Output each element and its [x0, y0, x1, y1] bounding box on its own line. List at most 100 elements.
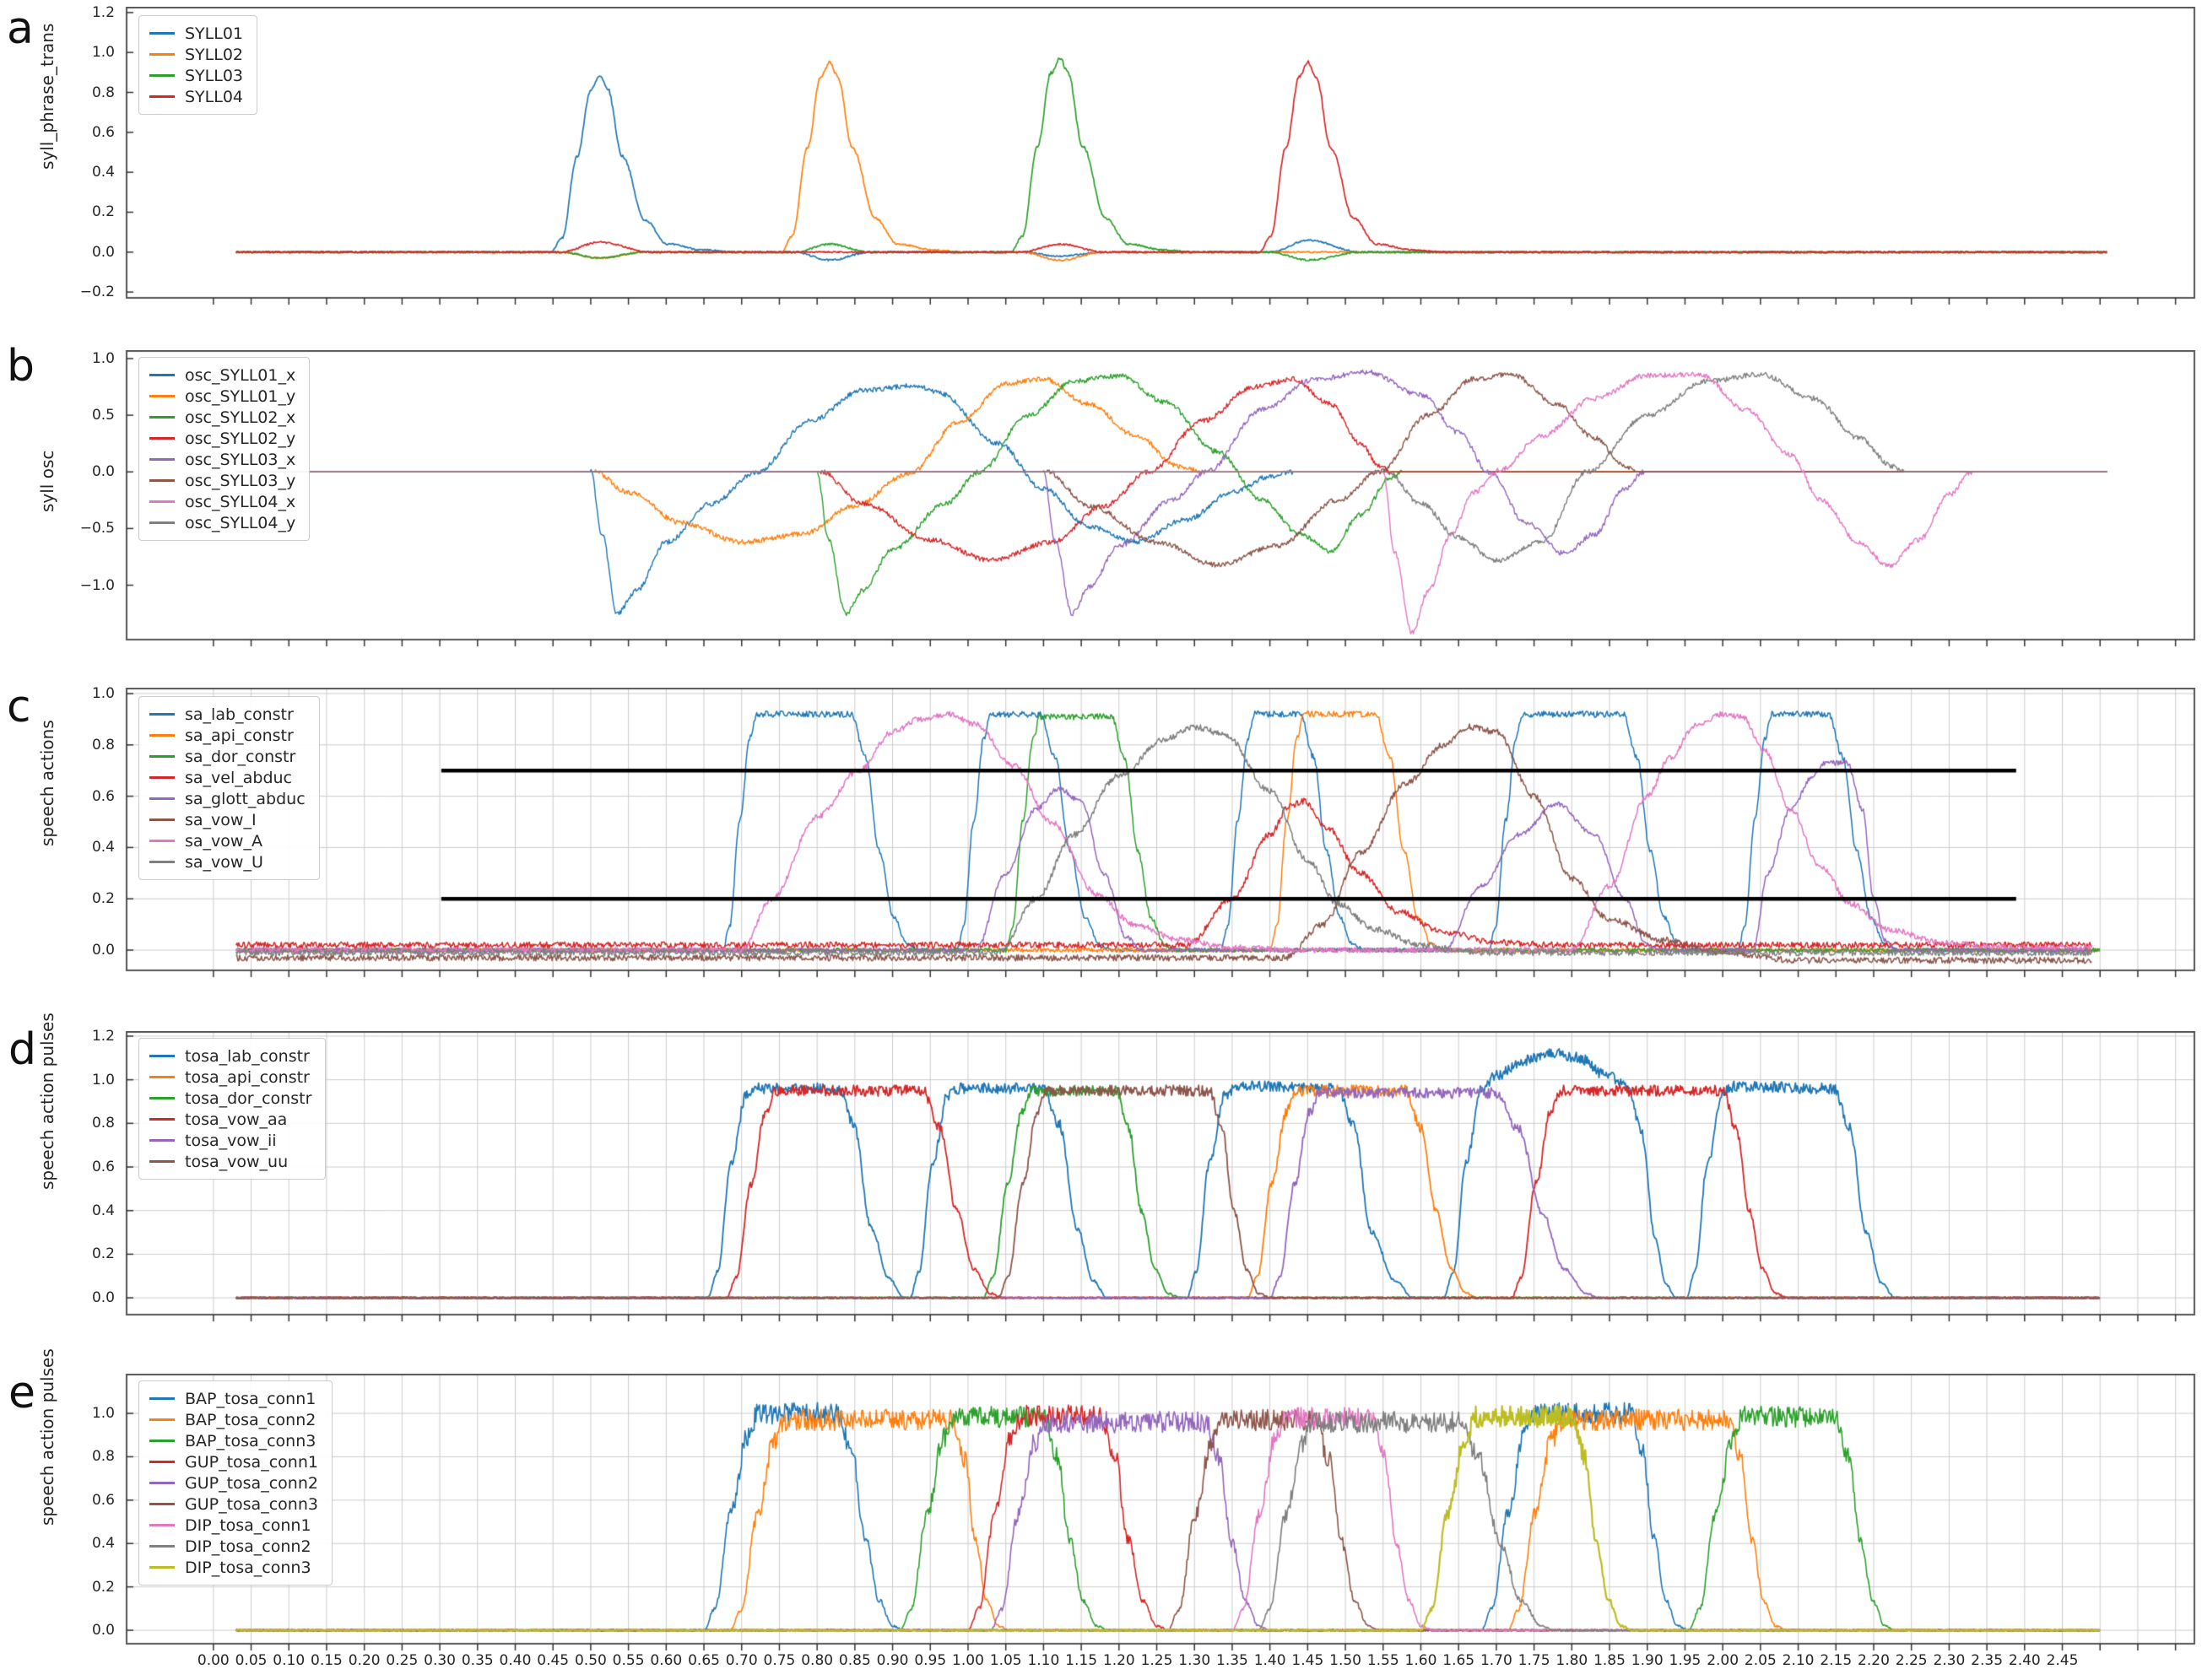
legend-label: SYLL03: [185, 67, 243, 85]
legend-swatch-line: [149, 776, 175, 779]
y-tick-label: 0.4: [56, 1202, 115, 1219]
legend-item: tosa_dor_constr: [149, 1088, 311, 1109]
legend-swatch-line: [149, 840, 175, 842]
y-tick-label: −0.2: [56, 284, 115, 300]
legend-item: SYLL04: [149, 86, 243, 107]
y-tick-label: 0.0: [56, 942, 115, 959]
y-tick-label: 1.0: [56, 1405, 115, 1422]
legend-label: DIP_tosa_conn3: [185, 1558, 311, 1577]
legend-swatch-line: [149, 374, 175, 376]
y-tick-label: 0.2: [56, 1245, 115, 1262]
y-tick-label: 0.0: [56, 463, 115, 480]
legend-swatch-line: [149, 755, 175, 758]
legend-label: tosa_vow_ii: [185, 1132, 277, 1150]
legend-label: osc_SYLL01_x: [185, 366, 295, 385]
legend-item: DIP_tosa_conn3: [149, 1557, 318, 1578]
legend-item: osc_SYLL04_x: [149, 491, 295, 512]
legend-b: osc_SYLL01_xosc_SYLL01_yosc_SYLL02_xosc_…: [138, 357, 310, 541]
legend-label: tosa_vow_aa: [185, 1110, 287, 1129]
legend-label: tosa_api_constr: [185, 1068, 310, 1087]
legend-swatch-line: [149, 458, 175, 461]
y-tick-label: 0.8: [56, 84, 115, 101]
y-tick-label: 1.0: [56, 350, 115, 367]
y-tick-label: −0.5: [56, 520, 115, 537]
panel-letter-b: b: [7, 344, 35, 388]
legend-item: DIP_tosa_conn2: [149, 1536, 318, 1557]
legend-swatch-line: [149, 1139, 175, 1142]
legend-label: tosa_dor_constr: [185, 1089, 311, 1108]
legend-swatch-line: [149, 1418, 175, 1421]
legend-item: SYLL03: [149, 65, 243, 86]
y-axis-label-e: speech action pulses: [37, 1492, 57, 1526]
legend-item: sa_vow_U: [149, 851, 306, 872]
x-tick-label: 2.45: [2037, 1652, 2088, 1669]
legend-swatch-line: [149, 1566, 175, 1569]
legend-label: osc_SYLL04_x: [185, 493, 295, 511]
legend-label: GUP_tosa_conn3: [185, 1495, 318, 1514]
legend-label: tosa_lab_constr: [185, 1047, 310, 1066]
legend-item: BAP_tosa_conn2: [149, 1409, 318, 1430]
legend-swatch-line: [149, 1461, 175, 1463]
y-tick-label: 1.0: [56, 44, 115, 61]
legend-swatch-line: [149, 1545, 175, 1548]
legend-swatch-line: [149, 1118, 175, 1121]
legend-label: sa_vow_U: [185, 853, 263, 872]
legend-d: tosa_lab_constr tosa_api_constr tosa_dor_c…: [138, 1038, 326, 1180]
y-axis-label-a: syll_phrase_trans: [37, 136, 57, 170]
legend-label: GUP_tosa_conn1: [185, 1453, 318, 1472]
legend-label: SYLL04: [185, 88, 243, 106]
legend-swatch-line: [149, 479, 175, 482]
y-tick-label: 0.2: [56, 890, 115, 907]
legend-swatch-line: [149, 1397, 175, 1400]
y-tick-label: 0.0: [56, 1289, 115, 1306]
legend-label: BAP_tosa_conn2: [185, 1411, 316, 1429]
panel-letter-e: e: [8, 1371, 35, 1415]
legend-label: tosa_vow_uu: [185, 1153, 288, 1171]
legend-item: tosa_vow_ii: [149, 1130, 311, 1151]
legend-label: osc_SYLL02_y: [185, 429, 295, 448]
legend-label: sa_vel_abduc: [185, 769, 292, 787]
panel-e-plot-canvas: [118, 1374, 2196, 1654]
y-tick-label: 0.0: [56, 244, 115, 261]
legend-label: sa_api_constr: [185, 727, 294, 745]
legend-swatch-line: [149, 1503, 175, 1505]
panel-a-plot-canvas: [118, 7, 2196, 308]
legend-item: GUP_tosa_conn2: [149, 1472, 318, 1494]
legend-swatch-line: [149, 1055, 175, 1057]
legend-swatch-line: [149, 416, 175, 419]
y-tick-label: 1.2: [56, 1028, 115, 1045]
legend-label: osc_SYLL04_y: [185, 514, 295, 532]
y-tick-label: 1.0: [56, 685, 115, 702]
legend-item: BAP_tosa_conn3: [149, 1430, 318, 1451]
legend-label: DIP_tosa_conn1: [185, 1516, 311, 1535]
y-tick-label: 0.2: [56, 1579, 115, 1596]
legend-item: osc_SYLL04_y: [149, 512, 295, 533]
legend-item: sa_glott_abduc: [149, 788, 306, 809]
y-axis-label-d: speech action pulses: [37, 1156, 57, 1190]
legend-swatch-line: [149, 1524, 175, 1526]
legend-item: tosa_vow_aa: [149, 1109, 311, 1130]
y-tick-label: 0.6: [56, 1492, 115, 1509]
legend-swatch-line: [149, 395, 175, 397]
panel-b-plot-canvas: [118, 350, 2196, 650]
y-tick-label: 1.0: [56, 1072, 115, 1088]
legend-swatch-line: [149, 1440, 175, 1442]
legend-swatch-line: [149, 32, 175, 35]
legend-label: BAP_tosa_conn3: [185, 1432, 316, 1450]
legend-swatch-line: [149, 797, 175, 800]
legend-item: GUP_tosa_conn1: [149, 1451, 318, 1472]
panel-letter-c: c: [7, 685, 31, 729]
panel-d-plot-canvas: [118, 1031, 2196, 1325]
legend-item: GUP_tosa_conn3: [149, 1494, 318, 1515]
legend-item: sa_vow_A: [149, 830, 306, 851]
legend-item: osc_SYLL03_x: [149, 449, 295, 470]
legend-swatch-line: [149, 95, 175, 98]
legend-item: osc_SYLL02_x: [149, 407, 295, 428]
y-axis-label-c: speech actions: [37, 813, 57, 846]
legend-item: osc_SYLL02_y: [149, 428, 295, 449]
legend-item: SYLL02: [149, 44, 243, 65]
y-axis-label-b: syll osc: [37, 478, 57, 512]
legend-swatch-line: [149, 1160, 175, 1163]
legend-swatch-line: [149, 437, 175, 440]
legend-item: DIP_tosa_conn1: [149, 1515, 318, 1536]
